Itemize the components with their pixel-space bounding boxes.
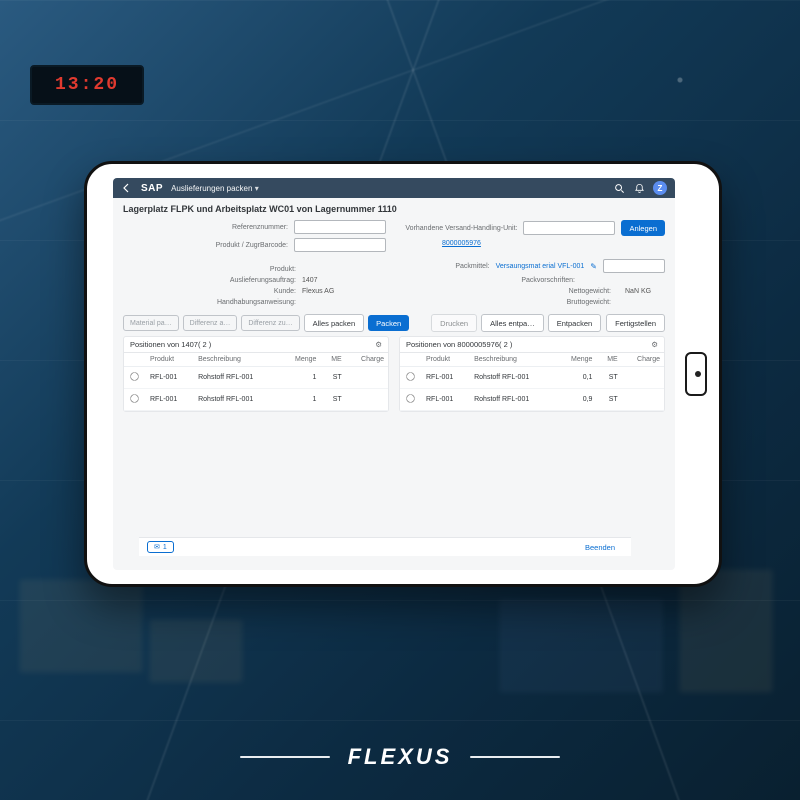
customer-label: Kunde: <box>274 288 296 295</box>
page-title: Lagerplatz FLPK und Arbeitsplatz WC01 vo… <box>123 204 665 214</box>
header-form: Referenznummer: Produkt / ZugrBarcode: P… <box>123 220 665 306</box>
brand-footer: FLEXUS <box>0 744 800 770</box>
pack-button[interactable]: Packen <box>368 315 409 331</box>
table-row[interactable]: RFL-001Rohstoff RFL-0011ST <box>124 367 388 389</box>
filter-2[interactable]: Differenz a… <box>183 315 238 331</box>
print-button[interactable]: Drucken <box>431 314 477 332</box>
wall-clock: 13:20 <box>30 65 144 105</box>
complete-button[interactable]: Fertigstellen <box>606 314 665 332</box>
gear-icon[interactable]: ⚙ <box>651 340 658 349</box>
sap-logo: SAP <box>141 183 163 194</box>
unpack-button[interactable]: Entpacken <box>548 314 601 332</box>
filter-1[interactable]: Material pa… <box>123 315 179 331</box>
table-left: Positionen von 1407( 2 ) ⚙ ProduktBeschr… <box>123 336 389 412</box>
clock-time: 13:20 <box>55 75 119 95</box>
row-select[interactable] <box>130 394 138 402</box>
message-icon: ✉ <box>154 543 160 551</box>
handling-label: Handhabungsanweisung: <box>217 299 296 306</box>
tablet-camera <box>695 371 701 377</box>
form-right: Vorhandene Versand-Handling-Unit: Anlege… <box>402 220 665 306</box>
action-toolbar: Material pa… Differenz a… Differenz zu… … <box>123 314 665 332</box>
delivery-value: 1407 <box>302 277 386 284</box>
notifications-icon[interactable] <box>633 182 645 194</box>
user-avatar[interactable]: Z <box>653 181 667 195</box>
row-select[interactable] <box>406 394 414 402</box>
existing-hu-input[interactable] <box>523 221 615 235</box>
table-right-title: Positionen von 8000005976( 2 ) <box>406 340 512 349</box>
gear-icon[interactable]: ⚙ <box>375 340 382 349</box>
delivery-label: Auslieferungsauftrag: <box>230 277 296 284</box>
table-right: Positionen von 8000005976( 2 ) ⚙ Produkt… <box>399 336 665 412</box>
unpack-all-button[interactable]: Alles entpa… <box>481 314 544 332</box>
hu-link[interactable]: 8000005976 <box>442 240 481 247</box>
brand-line-left <box>240 756 330 758</box>
message-count: 1 <box>163 544 167 551</box>
tablet-frame: SAP Auslieferungen packen ▾ Z Lagerplatz <box>84 161 722 587</box>
table-row[interactable]: RFL-001Rohstoff RFL-0011ST <box>124 389 388 411</box>
packaging-label: Packmittel: <box>455 263 489 270</box>
reference-label: Referenznummer: <box>232 224 288 231</box>
exit-button[interactable]: Beenden <box>577 539 623 555</box>
edit-packaging-icon[interactable]: ✎ <box>590 262 597 271</box>
packaging-value: Versaungsmat erial VFL-001 <box>496 263 585 270</box>
row-select[interactable] <box>406 372 414 380</box>
pack-all-button[interactable]: Alles packen <box>304 314 365 332</box>
create-hu-button[interactable]: Anlegen <box>621 220 665 236</box>
grossweight-label: Bruttogewicht: <box>567 299 611 306</box>
barcode-label: Produkt / ZugrBarcode: <box>216 242 288 249</box>
table-row[interactable]: RFL-001Rohstoff RFL-0010,9ST <box>400 389 664 411</box>
filter-3[interactable]: Differenz zu… <box>241 315 299 331</box>
shell-title[interactable]: Auslieferungen packen ▾ <box>171 184 259 193</box>
stage: 13:20 SAP Auslieferungen packen ▾ <box>0 0 800 800</box>
barcode-input[interactable] <box>294 238 386 252</box>
packinstr-label: Packvorschriften: <box>521 277 575 284</box>
tables: Positionen von 1407( 2 ) ⚙ ProduktBeschr… <box>123 336 665 412</box>
table-left-grid: ProduktBeschreibungMengeMECharge RFL-001… <box>124 353 388 411</box>
row-select[interactable] <box>130 372 138 380</box>
table-row[interactable]: RFL-001Rohstoff RFL-0010,1ST <box>400 367 664 389</box>
footer-bar: ✉ 1 Beenden <box>139 537 631 556</box>
customer-value: Flexus AG <box>302 288 386 295</box>
table-right-grid: ProduktBeschreibungMengeMECharge RFL-001… <box>400 353 664 411</box>
page: Lagerplatz FLPK und Arbeitsplatz WC01 vo… <box>113 198 675 552</box>
brand-word: FLEXUS <box>348 744 453 770</box>
table-left-title: Positionen von 1407( 2 ) <box>130 340 211 349</box>
packaging-extra-input[interactable] <box>603 259 665 273</box>
existing-hu-label: Vorhandene Versand-Handling-Unit: <box>405 225 517 232</box>
shell-bar: SAP Auslieferungen packen ▾ Z <box>113 178 675 198</box>
messages-button[interactable]: ✉ 1 <box>147 541 174 553</box>
product-label: Produkt: <box>270 266 296 273</box>
app-screen: SAP Auslieferungen packen ▾ Z Lagerplatz <box>113 178 675 570</box>
form-left: Referenznummer: Produkt / ZugrBarcode: P… <box>123 220 386 306</box>
back-icon[interactable] <box>121 182 133 194</box>
search-icon[interactable] <box>613 182 625 194</box>
reference-input[interactable] <box>294 220 386 234</box>
filter-pills: Material pa… Differenz a… Differenz zu… <box>123 315 300 331</box>
netweight-label: Nettogewicht: <box>569 288 611 295</box>
brand-line-right <box>470 756 560 758</box>
chevron-down-icon: ▾ <box>255 184 259 193</box>
netweight-value: NaN KG <box>625 288 665 295</box>
